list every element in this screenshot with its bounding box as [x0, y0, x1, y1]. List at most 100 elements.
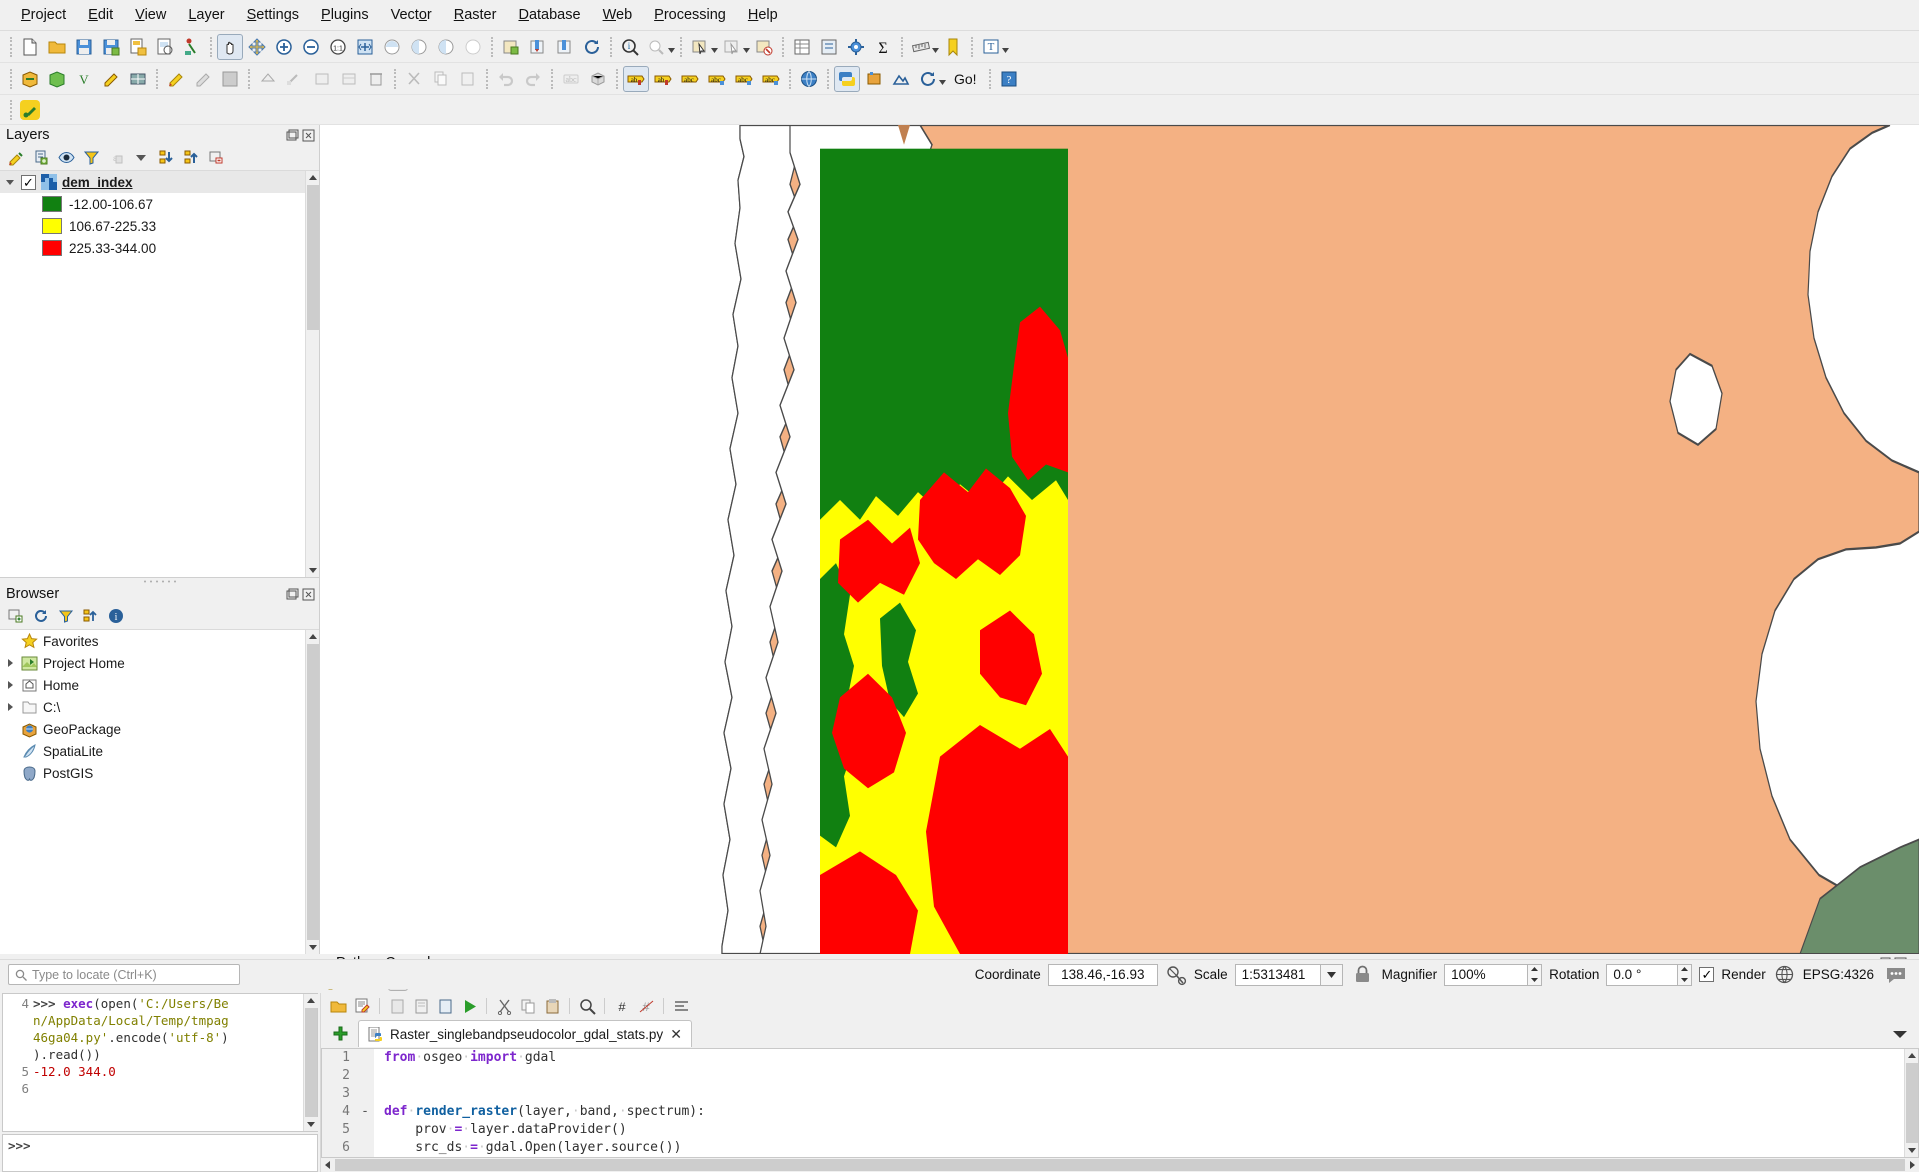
chevron-down-icon[interactable] — [131, 147, 151, 167]
show-bookmarks-icon[interactable] — [940, 34, 966, 60]
text-annotation-icon[interactable]: T — [978, 34, 1004, 60]
label-disabled-icon[interactable]: abc — [558, 66, 584, 92]
spin-down-icon[interactable] — [1528, 975, 1541, 985]
crs-label[interactable]: EPSG:4326 — [1803, 967, 1874, 982]
render-checkbox[interactable]: ✓ — [1699, 967, 1715, 982]
new-gpx-layer-icon[interactable]: V — [71, 66, 97, 92]
browser-item-projecthome[interactable]: Project Home — [0, 652, 319, 674]
globe-icon[interactable] — [1773, 965, 1796, 984]
scroll-down-icon[interactable] — [1905, 1143, 1918, 1157]
open-project-icon[interactable] — [44, 34, 70, 60]
refresh-extent-icon-c[interactable] — [552, 34, 578, 60]
pan-map-icon[interactable] — [217, 33, 243, 60]
scrollbar-thumb[interactable] — [307, 644, 319, 940]
scroll-right-icon[interactable] — [1905, 1158, 1919, 1172]
run-script-icon[interactable] — [458, 995, 480, 1017]
magnifier-spin[interactable] — [1528, 963, 1543, 986]
close-panel-icon[interactable] — [302, 588, 315, 601]
filter-browser-icon[interactable] — [56, 606, 76, 626]
scrollbar-thumb[interactable] — [305, 1008, 317, 1117]
uncomment-icon[interactable]: # — [635, 995, 657, 1017]
scale-value[interactable]: 1:5313481 — [1234, 963, 1321, 986]
fold-marker[interactable] — [356, 1067, 374, 1085]
menu-item-raster[interactable]: Raster — [443, 3, 508, 27]
menu-item-layer[interactable]: Layer — [177, 3, 235, 27]
browser-item-favorites[interactable]: Favorites — [0, 630, 319, 652]
fold-marker[interactable] — [356, 1121, 374, 1139]
add-group-icon[interactable] — [31, 147, 51, 167]
spin-down-icon[interactable] — [1678, 975, 1691, 985]
plugin-toolbar-icon[interactable] — [17, 97, 43, 123]
chevron-down-icon[interactable] — [1320, 963, 1343, 986]
label-highlight-icon[interactable]: abc — [677, 66, 703, 92]
menu-item-project[interactable]: Project — [10, 3, 77, 27]
undo-icon[interactable] — [493, 66, 519, 92]
label-change-icon[interactable]: abc — [758, 66, 784, 92]
comment-icon[interactable]: # — [611, 995, 633, 1017]
scroll-down-icon[interactable] — [304, 1117, 318, 1131]
collapse-all-icon[interactable] — [181, 147, 201, 167]
python-console-icon[interactable] — [834, 65, 860, 92]
layer-item-dem-index[interactable]: ✓ dem_index — [0, 171, 319, 193]
scrollbar-thumb[interactable] — [307, 185, 319, 330]
map-tips-icon[interactable] — [644, 34, 670, 60]
browser-item-home[interactable]: Home — [0, 674, 319, 696]
move-feature-icon[interactable] — [309, 66, 335, 92]
copy-icon[interactable] — [410, 995, 432, 1017]
filter-legend-icon[interactable] — [81, 147, 101, 167]
label-move-icon[interactable]: abc — [704, 66, 730, 92]
spin-up-icon[interactable] — [1528, 965, 1541, 975]
rotation-value[interactable]: 0.0 ° — [1606, 963, 1679, 986]
rotation-stepper[interactable]: 0.0 ° — [1606, 963, 1693, 986]
close-icon[interactable]: ✕ — [670, 1026, 682, 1043]
expander-icon[interactable] — [4, 176, 16, 188]
scroll-down-icon[interactable] — [306, 940, 319, 954]
modify-attributes-icon[interactable] — [336, 66, 362, 92]
console-scrollbar[interactable] — [303, 994, 318, 1131]
zoom-last-icon[interactable] — [433, 34, 459, 60]
metasearch-icon[interactable] — [796, 66, 822, 92]
editor-tab[interactable]: Raster_singlebandpseudocolor_gdal_stats.… — [358, 1020, 692, 1047]
scroll-up-icon[interactable] — [1905, 1049, 1918, 1063]
cut2-icon[interactable] — [493, 995, 515, 1017]
copy-features-icon[interactable] — [428, 66, 454, 92]
scale-combo[interactable]: 1:5313481 — [1234, 963, 1343, 986]
vertex-tool-icon[interactable] — [282, 66, 308, 92]
layers-tree[interactable]: ✓ dem_index -12.00-106.67 106.67-225.33 — [0, 171, 319, 577]
scroll-left-icon[interactable] — [321, 1158, 335, 1172]
fold-marker[interactable] — [356, 1085, 374, 1103]
menu-item-vector[interactable]: Vector — [380, 3, 443, 27]
help-icon[interactable]: ? — [996, 66, 1022, 92]
editor-scrollbar-horizontal[interactable] — [321, 1158, 1919, 1172]
refresh-icon[interactable] — [31, 606, 51, 626]
console-input[interactable]: >>> — [2, 1134, 318, 1172]
scrollbar-thumb[interactable] — [1906, 1063, 1918, 1143]
show-layout-manager-icon[interactable] — [152, 34, 178, 60]
save-project-as-icon[interactable] — [98, 34, 124, 60]
open-script-icon[interactable] — [327, 995, 349, 1017]
browser-item-spatialite[interactable]: SpatiaLite — [0, 740, 319, 762]
label-rotate-icon[interactable]: abc — [731, 66, 757, 92]
save-layer-edits-icon[interactable] — [217, 66, 243, 92]
open-field-calculator-icon[interactable] — [816, 34, 842, 60]
expand-all-icon[interactable] — [156, 147, 176, 167]
zoom-to-selection-icon[interactable] — [379, 34, 405, 60]
new-memory-layer-icon[interactable] — [98, 66, 124, 92]
cut-icon[interactable] — [386, 995, 408, 1017]
console-output[interactable]: 4 >>> exec(open('C:/Users/Be n/AppData/Loc… — [3, 994, 317, 1131]
magnifier-value[interactable]: 100% — [1444, 963, 1529, 986]
new-spatialite-layer-icon[interactable] — [44, 66, 70, 92]
map-canvas-container[interactable] — [320, 125, 1919, 954]
save-script-icon[interactable] — [351, 995, 373, 1017]
deselect-features-icon[interactable] — [719, 34, 745, 60]
expression-filter-icon[interactable]: ε — [106, 147, 126, 167]
measure-line-icon[interactable] — [908, 34, 934, 60]
zoom-next-icon[interactable] — [460, 34, 486, 60]
menu-item-settings[interactable]: Settings — [236, 3, 310, 27]
refresh-map-icon[interactable] — [579, 34, 605, 60]
browser-tree-scrollbar[interactable] — [305, 630, 319, 954]
browser-item-postgis[interactable]: PostGIS — [0, 762, 319, 784]
expander-icon[interactable] — [4, 701, 16, 713]
menu-item-processing[interactable]: Processing — [643, 3, 737, 27]
expander-icon[interactable] — [4, 657, 16, 669]
